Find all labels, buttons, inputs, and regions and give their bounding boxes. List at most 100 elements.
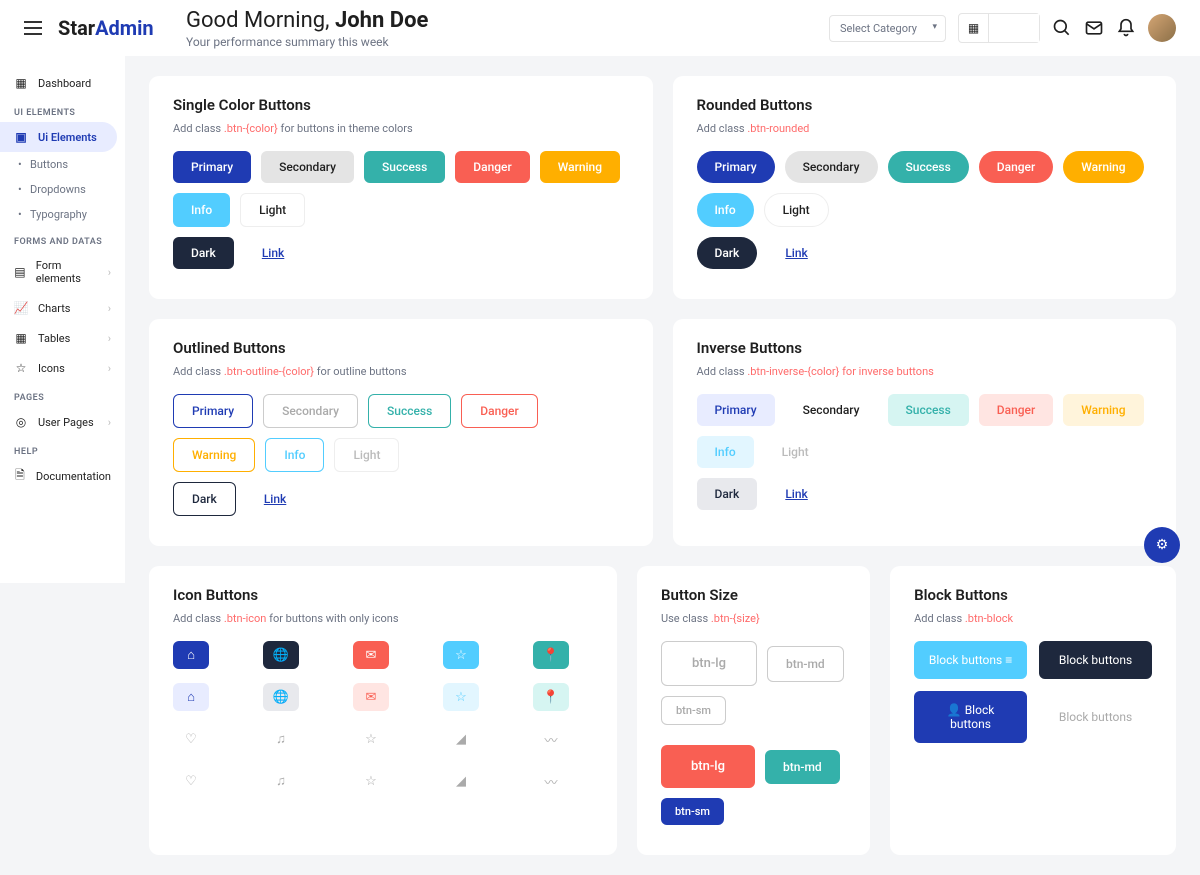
info-button[interactable]: Info [265,438,324,472]
mail-icon[interactable] [1084,18,1104,38]
success-button[interactable]: Success [888,151,969,183]
primary-button[interactable]: Primary [697,151,775,183]
layers-icon: ▣ [14,130,28,144]
card-sub: Add class .btn-outline-{color} for outli… [173,365,629,378]
dark-button[interactable]: Dark [173,482,236,516]
heart-icon-button[interactable]: ♡ [173,725,209,753]
brand-logo[interactable]: StarAdmin [58,16,158,40]
dark-button[interactable]: Dark [697,478,758,510]
secondary-button[interactable]: Secondary [263,394,358,428]
dark-button[interactable]: Dark [173,237,234,269]
nav-typography[interactable]: Typography [0,202,125,227]
star-icon-button[interactable]: ☆ [443,683,479,711]
link-button[interactable]: Link [246,482,304,516]
nav-tables[interactable]: ▦Tables [0,323,125,353]
category-select[interactable]: Select Category [829,15,946,42]
nav-dashboard[interactable]: ▦Dashboard [0,68,125,98]
card-sub: Add class .btn-{color} for buttons in th… [173,122,629,135]
date-input[interactable]: ▦ [958,13,1040,43]
btn-md[interactable]: btn-md [767,646,844,682]
music-icon-button[interactable]: ♫ [263,767,299,795]
sidebar: ▦Dashboard UI ELEMENTS ▣Ui Elements Butt… [0,56,125,583]
btn-sm[interactable]: btn-sm [661,798,724,825]
map-icon-button[interactable]: 📍 [533,641,569,669]
nav-buttons[interactable]: Buttons [0,152,125,177]
block-button[interactable]: 👤 Block buttons [914,691,1027,743]
globe-icon-button[interactable]: 🌐 [263,641,299,669]
card-outlined: Outlined Buttons Add class .btn-outline-… [149,319,653,546]
trend-icon-button[interactable]: 〰 [533,767,569,795]
star-icon-button[interactable]: ☆ [353,767,389,795]
home-icon-button[interactable]: ⌂ [173,641,209,669]
link-button[interactable]: Link [767,478,825,510]
signal-icon-button[interactable]: ◢ [443,767,479,795]
home-icon-button[interactable]: ⌂ [173,683,209,711]
primary-button[interactable]: Primary [697,394,775,426]
nav-section-help: HELP [0,437,125,461]
success-button[interactable]: Success [888,394,969,426]
primary-button[interactable]: Primary [173,151,251,183]
block-button[interactable]: Block buttons [1039,641,1152,679]
signal-icon-button[interactable]: ◢ [443,725,479,753]
warning-button[interactable]: Warning [540,151,620,183]
menu-toggle[interactable] [24,21,42,35]
music-icon-button[interactable]: ♫ [263,725,299,753]
light-button[interactable]: Light [240,193,305,227]
globe-icon-button[interactable]: 🌐 [263,683,299,711]
warning-button[interactable]: Warning [1063,151,1143,183]
nav-documentation[interactable]: 🗎Documentation [0,461,125,491]
nav-dropdowns[interactable]: Dropdowns [0,177,125,202]
block-button[interactable]: Block buttons [1039,691,1152,743]
nav-ui-elements[interactable]: ▣Ui Elements [0,122,117,152]
mail-icon-button[interactable]: ✉ [353,641,389,669]
card-title: Button Size [661,586,846,604]
card-title: Rounded Buttons [697,96,1153,114]
warning-button[interactable]: Warning [173,438,255,472]
settings-fab[interactable]: ⚙ [1144,527,1180,563]
trend-icon-button[interactable]: 〰 [533,725,569,753]
card-title: Single Color Buttons [173,96,629,114]
avatar[interactable] [1148,14,1176,42]
btn-sm[interactable]: btn-sm [661,696,726,725]
map-icon-button[interactable]: 📍 [533,683,569,711]
greeting-title: Good Morning, John Doe [186,8,428,33]
danger-button[interactable]: Danger [979,151,1053,183]
star-icon-button[interactable]: ☆ [353,725,389,753]
block-button[interactable]: Block buttons ≡ [914,641,1027,679]
card-sub: Add class .btn-rounded [697,122,1153,135]
light-button[interactable]: Light [764,193,829,227]
date-field[interactable] [989,14,1039,42]
mail-icon-button[interactable]: ✉ [353,683,389,711]
info-button[interactable]: Info [697,193,754,227]
nav-form-elements[interactable]: ▤Form elements [0,251,125,293]
btn-md[interactable]: btn-md [765,750,840,784]
form-icon: ▤ [14,265,26,279]
card-sub: Add class .btn-block [914,612,1152,625]
heart-icon-button[interactable]: ♡ [173,767,209,795]
btn-lg[interactable]: btn-lg [661,641,757,686]
bell-icon[interactable] [1116,18,1136,38]
info-button[interactable]: Info [173,193,230,227]
search-icon[interactable] [1052,18,1072,38]
success-button[interactable]: Success [364,151,445,183]
link-button[interactable]: Link [767,237,825,269]
link-button[interactable]: Link [244,237,302,269]
light-button[interactable]: Light [764,436,827,468]
secondary-button[interactable]: Secondary [785,151,878,183]
btn-lg[interactable]: btn-lg [661,745,755,788]
danger-button[interactable]: Danger [979,394,1053,426]
secondary-button[interactable]: Secondary [261,151,354,183]
warning-button[interactable]: Warning [1063,394,1143,426]
nav-icons[interactable]: ☆Icons [0,353,125,383]
dark-button[interactable]: Dark [697,237,758,269]
success-button[interactable]: Success [368,394,451,428]
secondary-button[interactable]: Secondary [785,394,878,426]
light-button[interactable]: Light [334,438,399,472]
nav-user-pages[interactable]: ◎User Pages [0,407,125,437]
danger-button[interactable]: Danger [455,151,529,183]
primary-button[interactable]: Primary [173,394,253,428]
info-button[interactable]: Info [697,436,754,468]
danger-button[interactable]: Danger [461,394,537,428]
nav-charts[interactable]: 📈Charts [0,293,125,323]
star-icon-button[interactable]: ☆ [443,641,479,669]
